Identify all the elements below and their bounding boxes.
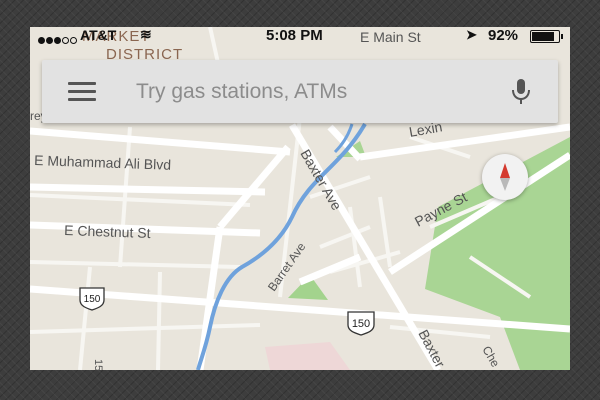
route-150-label: 150 bbox=[352, 318, 370, 330]
status-bar: AT&T ≋ 5:08 PM ➤ 92% bbox=[30, 27, 570, 45]
search-bar bbox=[42, 60, 558, 123]
compass-button[interactable] bbox=[482, 154, 528, 200]
route-shield-150-left: 150 bbox=[79, 287, 105, 311]
street-label-partial-left: 15 bbox=[92, 359, 104, 370]
battery-tip bbox=[561, 34, 563, 39]
wifi-icon: ≋ bbox=[140, 27, 152, 42]
route-150-label: 150 bbox=[84, 294, 101, 305]
phone-screen: 150 150 MARKET DISTRICT E Main St rey Le… bbox=[30, 27, 570, 370]
hamburger-menu-icon[interactable] bbox=[68, 82, 96, 102]
battery-icon bbox=[530, 30, 560, 43]
signal-strength-icon bbox=[38, 31, 78, 48]
microphone-icon[interactable] bbox=[510, 78, 532, 106]
search-input[interactable] bbox=[134, 74, 468, 110]
status-time: 5:08 PM bbox=[266, 27, 323, 44]
carrier-label: AT&T bbox=[80, 27, 117, 43]
street-label-chestnut: E Chestnut St bbox=[64, 222, 151, 241]
compass-icon bbox=[500, 163, 510, 191]
location-arrow-icon: ➤ bbox=[466, 27, 477, 42]
battery-percent: 92% bbox=[488, 27, 519, 44]
battery-fill bbox=[532, 32, 555, 41]
route-shield-150-right: 150 bbox=[347, 311, 375, 336]
